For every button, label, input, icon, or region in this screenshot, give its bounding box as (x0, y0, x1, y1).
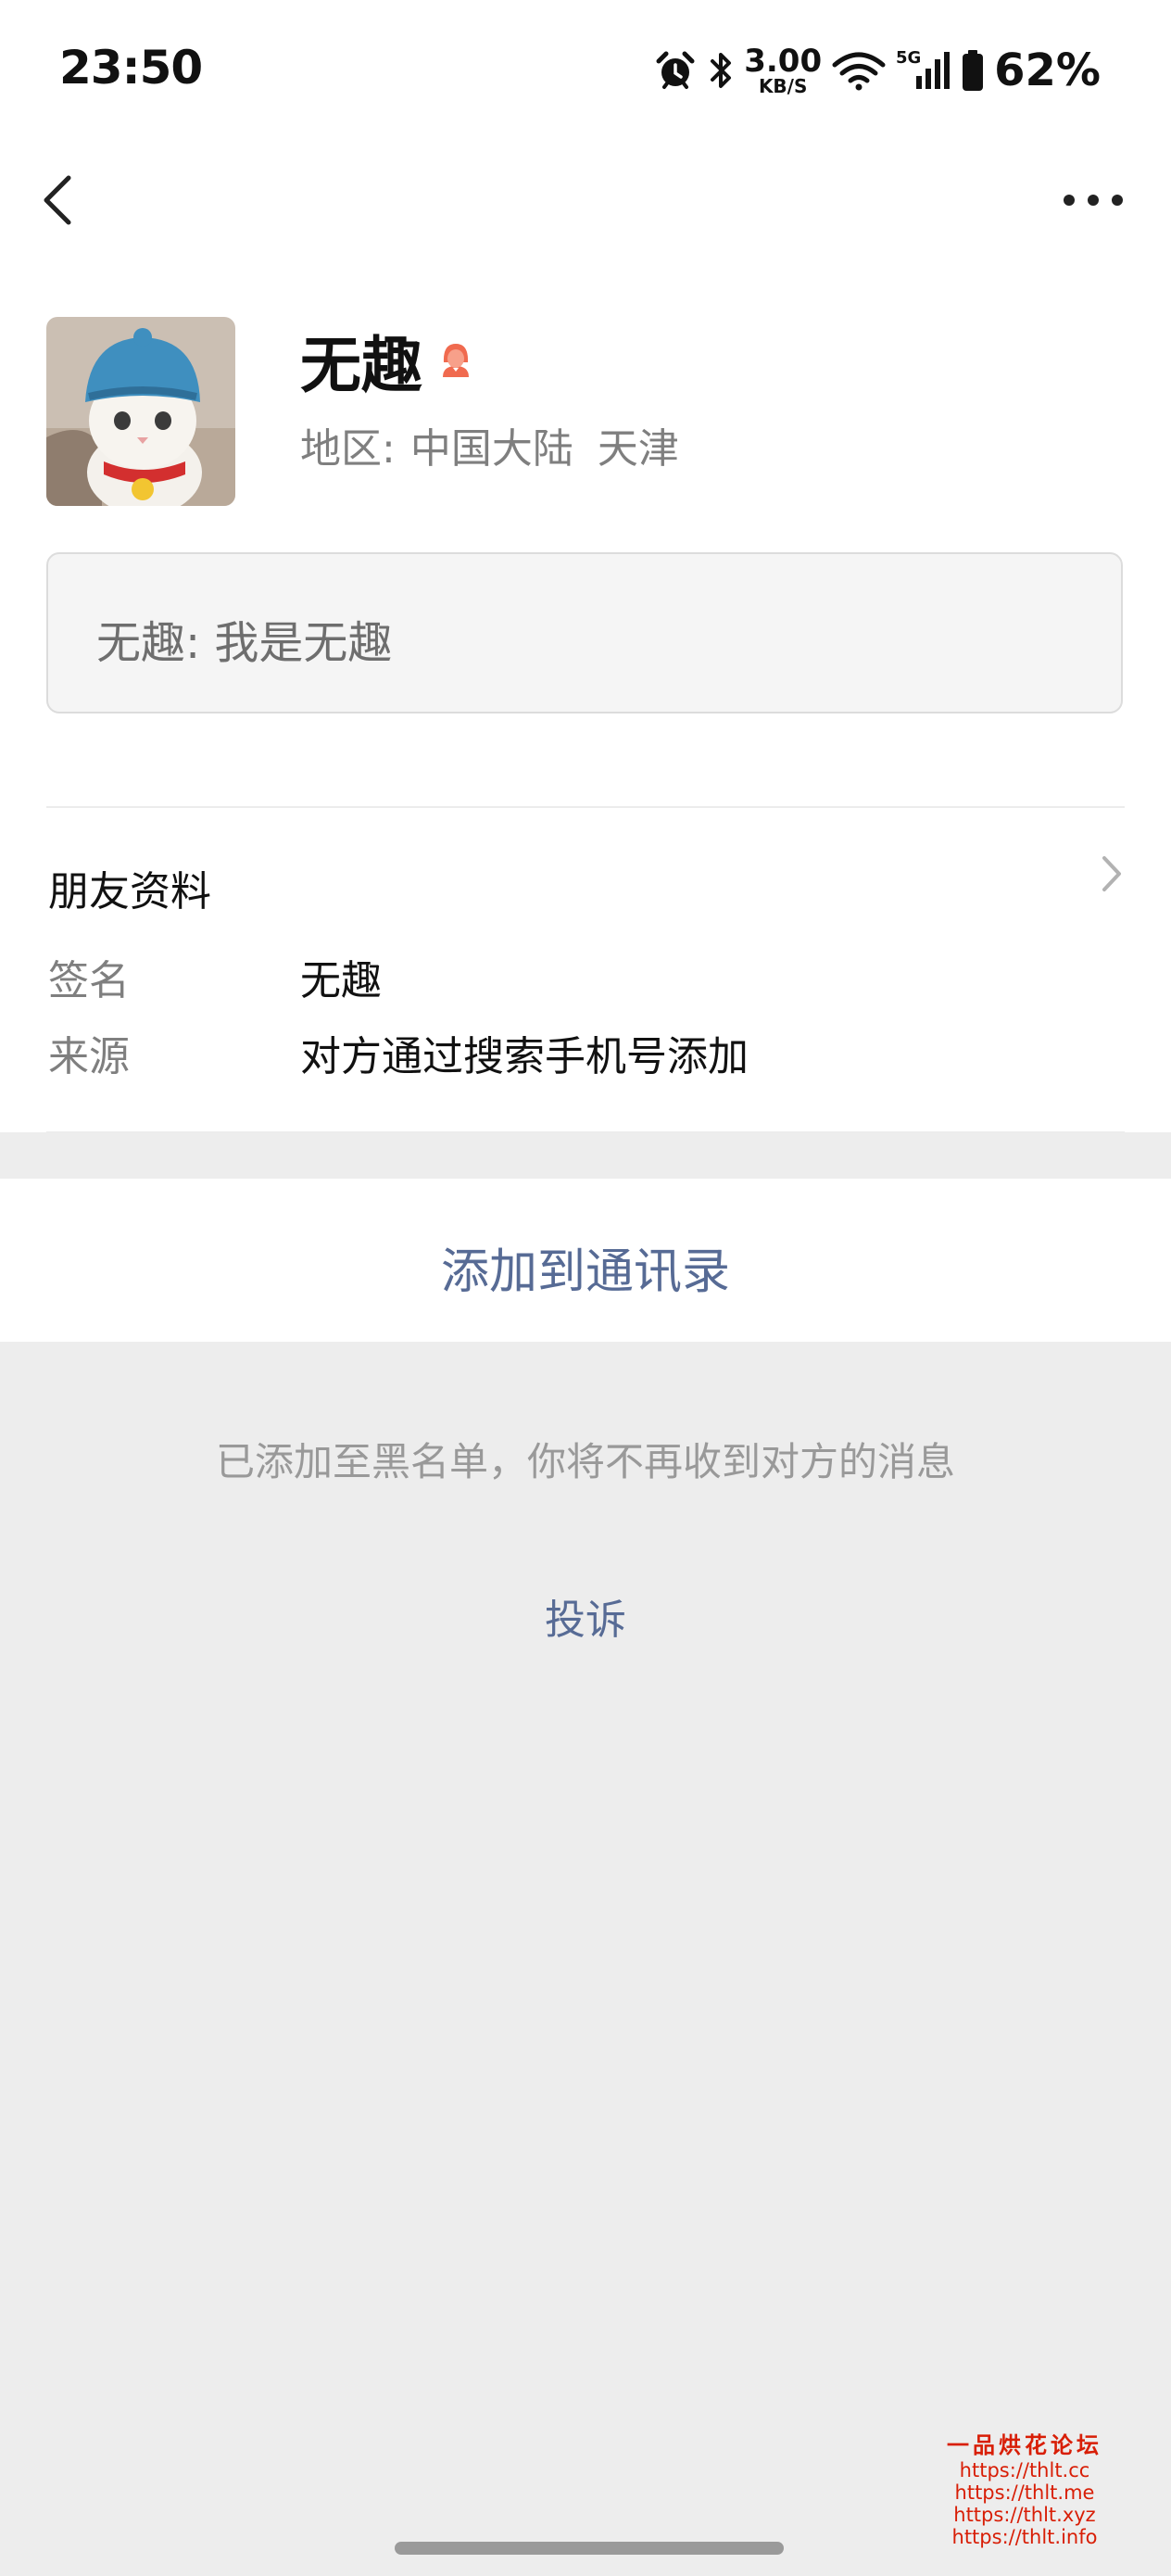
blacklist-notice: 已添加至黑名单，你将不再收到对方的消息 (215, 1439, 955, 1484)
add-to-contacts-button[interactable]: 添加到通讯录 (0, 1179, 1171, 1342)
divider (46, 1131, 1125, 1133)
network-speed: 3.00 KB/S (744, 45, 822, 95)
status-time: 23:50 (59, 41, 203, 95)
watermark-title: 一品烘花论坛 (947, 2432, 1102, 2458)
chevron-right-icon[interactable] (1097, 851, 1127, 897)
region-city: 天津 (597, 425, 679, 473)
chevron-left-icon (44, 175, 71, 225)
wifi-icon (832, 52, 886, 91)
network-speed-unit: KB/S (758, 75, 808, 97)
source-label: 来源 (48, 1033, 130, 1080)
greeting-message-box: 无趣: 我是无趣 (46, 552, 1123, 713)
signal-type: 5G (896, 48, 921, 68)
status-bar: 23:50 3.00 KB/S 5G 62% (0, 0, 1171, 139)
network-speed-value: 3.00 (744, 43, 823, 80)
female-icon (443, 344, 469, 377)
battery-percent: 62% (994, 44, 1101, 96)
source-value: 对方通过搜索手机号添加 (300, 1033, 749, 1080)
status-icons: 3.00 KB/S 5G 62% (653, 41, 1101, 100)
signature-value: 无趣 (300, 957, 382, 1004)
divider (46, 806, 1125, 808)
signature-label: 签名 (48, 957, 130, 1004)
back-button[interactable] (35, 167, 91, 232)
battery-icon (963, 50, 984, 91)
signal-icon: 5G (896, 48, 951, 89)
complain-link[interactable]: 投诉 (0, 1586, 1171, 1646)
add-to-contacts-label: 添加到通讯录 (440, 1244, 730, 1300)
watermark-link: https://thlt.xyz (953, 2503, 1096, 2526)
region-country: 中国大陆 (409, 425, 573, 473)
alarm-icon (656, 51, 695, 89)
watermark-link: https://thlt.cc (959, 2458, 1090, 2481)
region-label: 地区: (300, 425, 396, 473)
greeting-message: 无趣: 我是无趣 (96, 617, 393, 669)
contact-name: 无趣 (300, 330, 422, 401)
home-indicator[interactable] (395, 2542, 784, 2555)
watermark-link: https://thlt.me (954, 2481, 1095, 2504)
watermark-link: https://thlt.info (951, 2526, 1098, 2549)
bluetooth-icon (711, 53, 732, 88)
more-button[interactable] (1056, 182, 1130, 219)
watermark: 一品烘花论坛 https://thlt.cc https://thlt.me h… (941, 2432, 1108, 2549)
name-row: 无趣 (300, 319, 478, 402)
cat-avatar-image (46, 317, 235, 506)
avatar[interactable] (46, 317, 235, 506)
more-dots-icon (1064, 195, 1123, 206)
region-info: 地区: 中国大陆 天津 (300, 415, 679, 474)
friend-info-title[interactable]: 朋友资料 (48, 858, 211, 917)
